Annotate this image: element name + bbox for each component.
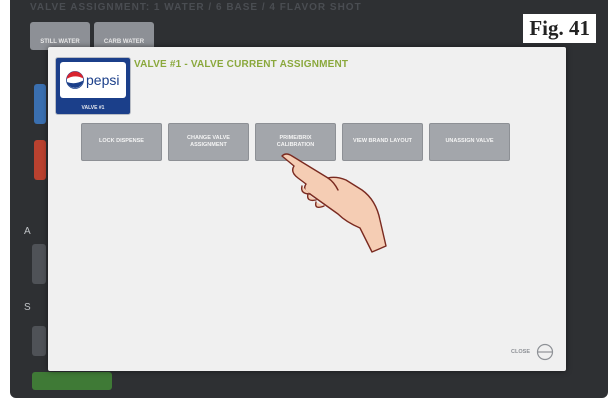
dialog-title: VALVE #1 - VALVE CURRENT ASSIGNMENT	[134, 59, 349, 70]
pepsi-globe-icon	[66, 71, 84, 89]
pointing-hand-icon	[281, 153, 387, 253]
dispenser-screen: VALVE ASSIGNMENT: 1 WATER / 6 BASE / 4 F…	[10, 0, 608, 398]
brand-name: pepsi	[86, 72, 120, 88]
brand-logo-card: pepsi VALVE #1	[55, 57, 131, 115]
background-tile-red	[34, 140, 46, 180]
background-tile-gray	[32, 244, 46, 284]
background-tile-blue	[34, 84, 46, 124]
tab-carb-water[interactable]: CARB WATER	[94, 22, 154, 50]
close-icon	[536, 343, 554, 361]
background-green-button	[32, 372, 112, 390]
close-label: CLOSE	[511, 349, 530, 355]
close-button[interactable]: CLOSE	[511, 343, 554, 361]
pepsi-logo: pepsi	[60, 62, 126, 98]
background-section-letter: S	[24, 302, 31, 313]
background-section-letter: A	[24, 226, 31, 237]
background-tile-gray	[32, 326, 46, 356]
tab-still-water[interactable]: STILL WATER	[30, 22, 90, 50]
valve-number-tag: VALVE #1	[81, 105, 105, 111]
change-valve-assignment-button[interactable]: CHANGE VALVE ASSIGNMENT	[168, 123, 249, 161]
unassign-valve-button[interactable]: UNASSIGN VALVE	[429, 123, 510, 161]
background-header: VALVE ASSIGNMENT: 1 WATER / 6 BASE / 4 F…	[30, 2, 362, 13]
lock-dispense-button[interactable]: LOCK DISPENSE	[81, 123, 162, 161]
figure-label: Fig. 41	[523, 14, 596, 43]
